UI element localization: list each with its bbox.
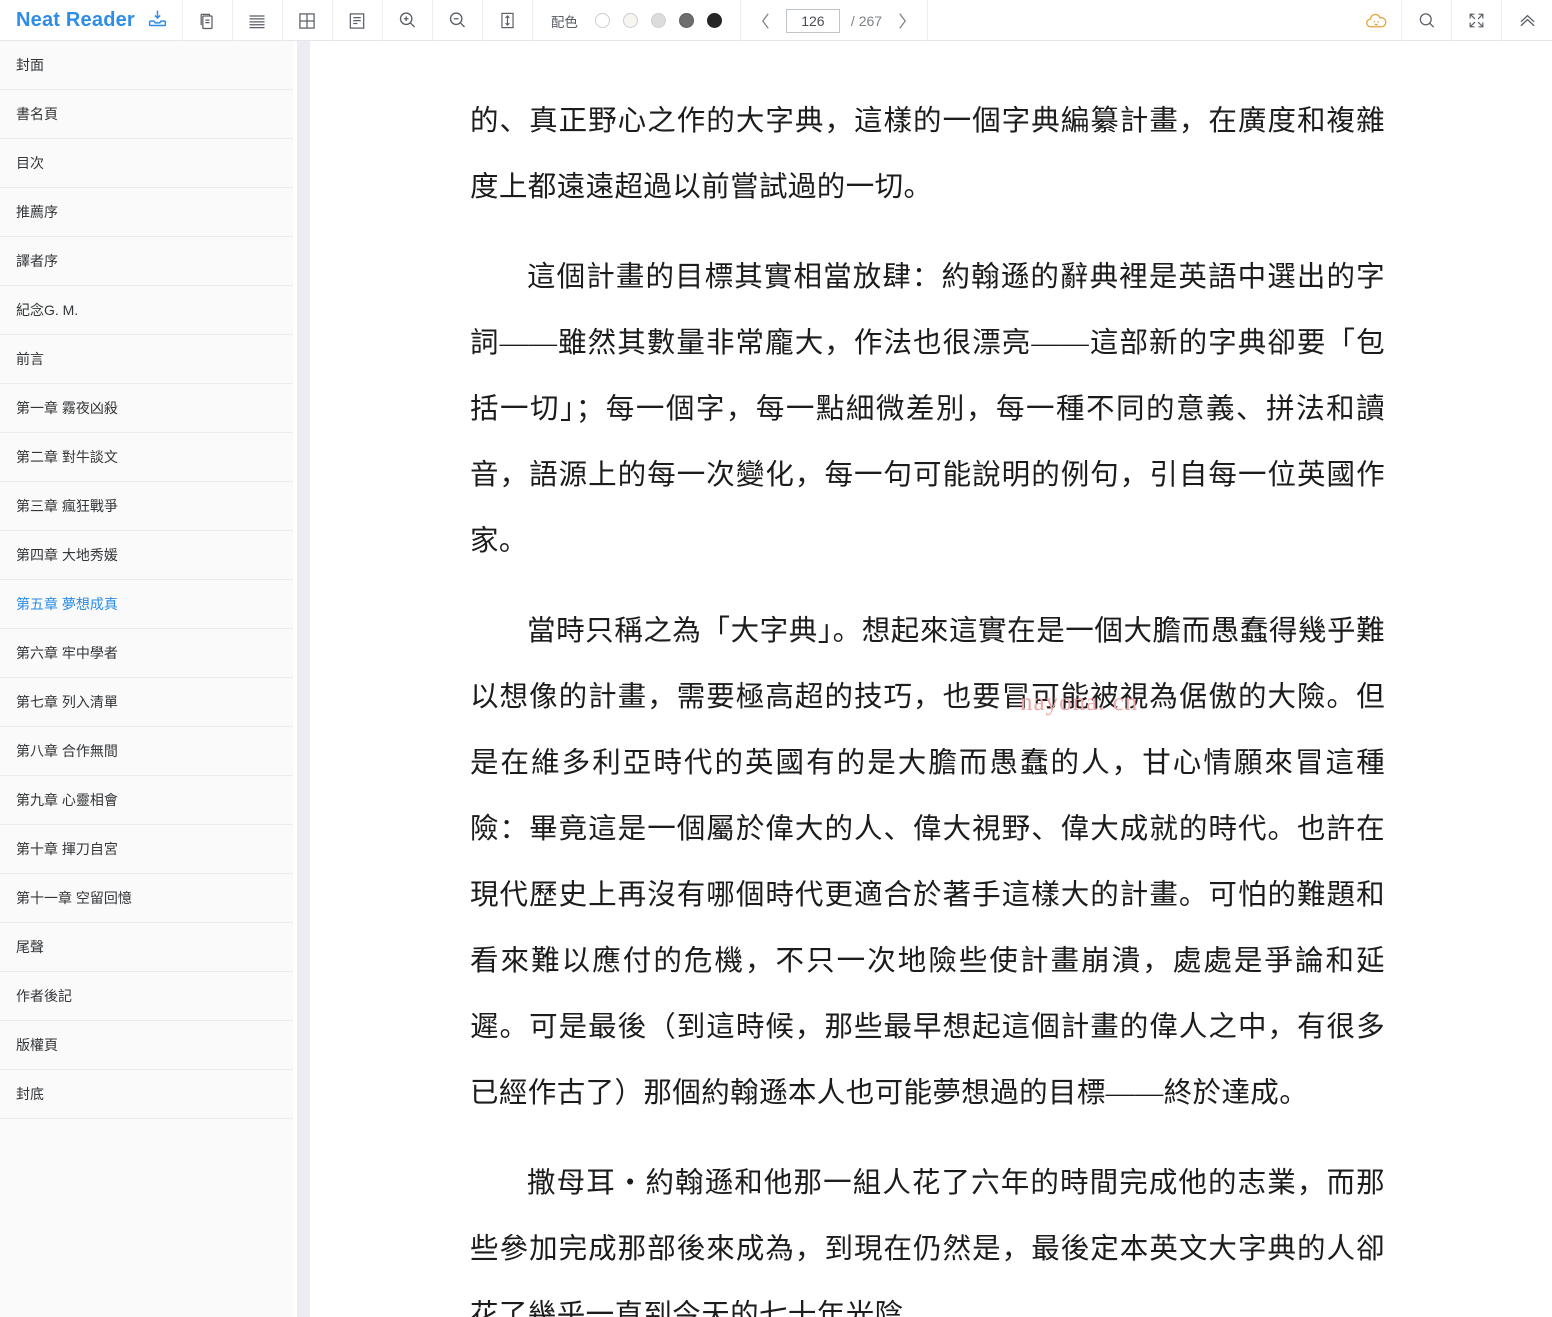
page-number-input[interactable]: 126 bbox=[785, 8, 840, 33]
sidebar-item-label: 書名頁 bbox=[16, 106, 58, 122]
color-scheme-label: 配色 bbox=[550, 14, 578, 30]
reader-paragraph: 的、真正野心之作的大字典，這樣的一個字典編纂計畫，在廣度和複雜度上都遠遠超過以前… bbox=[470, 106, 1385, 203]
sidebar-item[interactable]: 第六章 牢中學者 bbox=[0, 629, 293, 678]
sidebar-item[interactable]: 封面 bbox=[0, 41, 293, 90]
sidebar-item-label: 第六章 牢中學者 bbox=[16, 645, 118, 661]
sidebar-item[interactable]: 第九章 心靈相會 bbox=[0, 776, 293, 825]
brand-area: Neat Reader bbox=[0, 0, 183, 41]
sidebar-item[interactable]: 第十章 揮刀自宮 bbox=[0, 825, 293, 874]
sidebar-item[interactable]: 紀念G. M. bbox=[0, 286, 293, 335]
sidebar-item[interactable]: 第十一章 空留回憶 bbox=[0, 874, 293, 923]
prev-page-button[interactable] bbox=[757, 9, 775, 33]
reader-paragraph: 撒母耳・約翰遜和他那一組人花了六年的時間完成他的志業，而那些參加完成那部後來成為… bbox=[470, 1168, 1385, 1317]
book-pages-icon[interactable] bbox=[183, 0, 233, 41]
scheme-dot-gray[interactable] bbox=[650, 13, 666, 28]
scrollbar-thumb[interactable] bbox=[297, 41, 310, 1317]
sidebar-item-label: 前言 bbox=[16, 351, 44, 367]
collapse-up-icon[interactable] bbox=[1502, 0, 1552, 41]
compress-icon[interactable] bbox=[1452, 0, 1502, 41]
sidebar-item-label: 第七章 列入清單 bbox=[16, 694, 118, 710]
sidebar-item[interactable]: 譯者序 bbox=[0, 237, 293, 286]
sidebar-item-label: 版權頁 bbox=[16, 1037, 58, 1053]
sidebar-item-label: 第四章 大地秀媛 bbox=[16, 547, 118, 563]
pager-group: 126 / 267 bbox=[741, 0, 929, 41]
sidebar-item[interactable]: 封底 bbox=[0, 1070, 293, 1119]
page-total-label: / 267 bbox=[850, 12, 883, 29]
sidebar-item-label: 譯者序 bbox=[16, 253, 58, 269]
sidebar-item-label: 紀念G. M. bbox=[16, 302, 79, 318]
sidebar-item-label: 封底 bbox=[16, 1086, 44, 1102]
sidebar-item[interactable]: 第三章 瘋狂戰爭 bbox=[0, 482, 293, 531]
content-scrollbar[interactable] bbox=[293, 41, 315, 1317]
scheme-dot-ivory[interactable] bbox=[622, 13, 638, 28]
sidebar-item[interactable]: 第一章 霧夜凶殺 bbox=[0, 384, 293, 433]
sidebar-item[interactable]: 第五章 夢想成真 bbox=[0, 580, 293, 629]
sidebar-item-label: 推薦序 bbox=[16, 204, 58, 220]
grid-layout-icon[interactable] bbox=[283, 0, 333, 41]
line-height-icon[interactable] bbox=[483, 0, 533, 41]
sidebar-item[interactable]: 推薦序 bbox=[0, 188, 293, 237]
scheme-dot-black[interactable] bbox=[706, 13, 722, 28]
sidebar-item-label: 目次 bbox=[16, 155, 44, 171]
reader-content: 的、真正野心之作的大字典，這樣的一個字典編纂計畫，在廣度和複雜度上都遠遠超過以前… bbox=[315, 41, 1552, 1317]
color-scheme-group: 配色 bbox=[533, 0, 741, 41]
line-list-icon[interactable] bbox=[233, 0, 283, 41]
sidebar-item[interactable]: 尾聲 bbox=[0, 923, 293, 972]
cloud-sync-icon[interactable] bbox=[1352, 0, 1402, 41]
zoom-in-icon[interactable] bbox=[383, 0, 433, 41]
search-icon[interactable] bbox=[1402, 0, 1452, 41]
sidebar-item[interactable]: 第七章 列入清單 bbox=[0, 678, 293, 727]
sidebar-item-label: 第九章 心靈相會 bbox=[16, 792, 118, 808]
sidebar-item-label: 第五章 夢想成真 bbox=[16, 596, 118, 612]
sidebar-item-label: 第八章 合作無間 bbox=[16, 743, 118, 759]
sidebar-item[interactable]: 第八章 合作無間 bbox=[0, 727, 293, 776]
app-logo-text: Neat Reader bbox=[16, 9, 135, 31]
scheme-dot-white[interactable] bbox=[594, 13, 610, 28]
sidebar-item[interactable]: 前言 bbox=[0, 335, 293, 384]
import-book-icon[interactable] bbox=[147, 8, 168, 34]
sidebar-item[interactable]: 作者後記 bbox=[0, 972, 293, 1021]
sidebar-item-label: 第三章 瘋狂戰爭 bbox=[16, 498, 118, 514]
sidebar-item[interactable]: 第二章 對牛談文 bbox=[0, 433, 293, 482]
sidebar-item[interactable]: 第四章 大地秀媛 bbox=[0, 531, 293, 580]
toc-sidebar[interactable]: 封面書名頁目次推薦序譯者序紀念G. M. 前言第一章 霧夜凶殺 第二章 對牛談文 第三… bbox=[0, 41, 293, 1317]
sidebar-item-label: 封面 bbox=[16, 57, 44, 73]
sidebar-item[interactable]: 書名頁 bbox=[0, 90, 293, 139]
top-toolbar: Neat Reader 配色 126 / 267 bbox=[0, 0, 1552, 41]
sidebar-item[interactable]: 版權頁 bbox=[0, 1021, 293, 1070]
page-body: 的、真正野心之作的大字典，這樣的一個字典編纂計畫，在廣度和複雜度上都遠遠超過以前… bbox=[470, 89, 1385, 1317]
sidebar-item-label: 第十章 揮刀自宮 bbox=[16, 841, 118, 857]
reader-paragraph: 這個計畫的目標其實相當放肆：約翰遜的辭典裡是英語中選出的字詞——雖然其數量非常龐… bbox=[470, 262, 1385, 557]
sidebar-item-label: 第十一章 空留回憶 bbox=[16, 890, 132, 906]
text-align-icon[interactable] bbox=[333, 0, 383, 41]
sidebar-item[interactable]: 目次 bbox=[0, 139, 293, 188]
next-page-button[interactable] bbox=[893, 9, 911, 33]
reader-paragraph: 當時只稱之為「大字典」。想起來這實在是一個大膽而愚蠢得幾乎難以想像的計畫，需要極… bbox=[470, 616, 1385, 1109]
sidebar-item-label: 作者後記 bbox=[16, 988, 72, 1004]
zoom-out-icon[interactable] bbox=[433, 0, 483, 41]
scheme-dot-dark-gray[interactable] bbox=[678, 13, 694, 28]
sidebar-item-label: 第一章 霧夜凶殺 bbox=[16, 400, 118, 416]
sidebar-item-label: 尾聲 bbox=[16, 939, 44, 955]
sidebar-item-label: 第二章 對牛談文 bbox=[16, 449, 118, 465]
